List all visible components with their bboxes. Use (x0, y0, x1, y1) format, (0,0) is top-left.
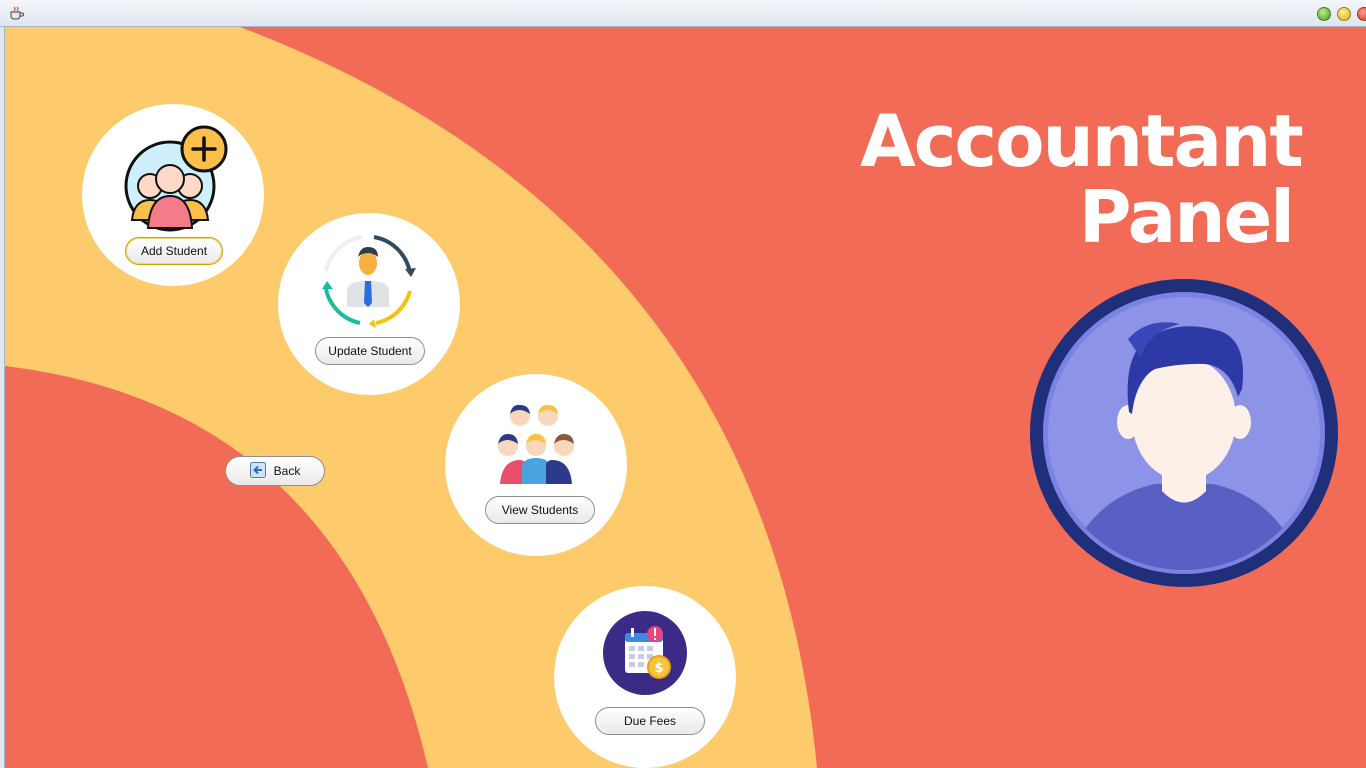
window-title-bar[interactable] (0, 0, 1366, 27)
title-line-2: Panel (1078, 175, 1295, 259)
students-group-icon (497, 404, 575, 484)
close-button[interactable] (1357, 7, 1366, 21)
fees-calendar-icon: $ (603, 611, 687, 695)
due-fees-node: $ Due Fees (554, 586, 736, 768)
add-student-button[interactable]: Add Student (125, 237, 223, 265)
update-student-button[interactable]: Update Student (315, 337, 425, 365)
svg-text:$: $ (654, 661, 663, 676)
maximize-button[interactable] (1317, 7, 1331, 21)
title-line-1: Accountant (860, 99, 1304, 183)
back-button-label: Back (273, 464, 301, 478)
back-button[interactable]: Back (225, 456, 325, 486)
java-cup-icon (10, 6, 24, 20)
add-student-node: Add Student (82, 104, 264, 286)
due-fees-button[interactable]: Due Fees (595, 707, 705, 735)
view-students-node: View Students (445, 374, 627, 556)
view-students-button[interactable]: View Students (485, 496, 595, 524)
minimize-button[interactable] (1337, 7, 1351, 21)
update-student-node: Update Student (278, 213, 460, 395)
accountant-panel: Accountant Panel Add Student Update Stud… (5, 27, 1366, 768)
page-title: Accountant Panel (860, 99, 1304, 259)
update-student-cycle-icon (322, 235, 416, 328)
accountant-avatar-icon (1030, 279, 1338, 587)
back-arrow-icon (249, 462, 266, 479)
add-student-group-icon (124, 125, 228, 232)
